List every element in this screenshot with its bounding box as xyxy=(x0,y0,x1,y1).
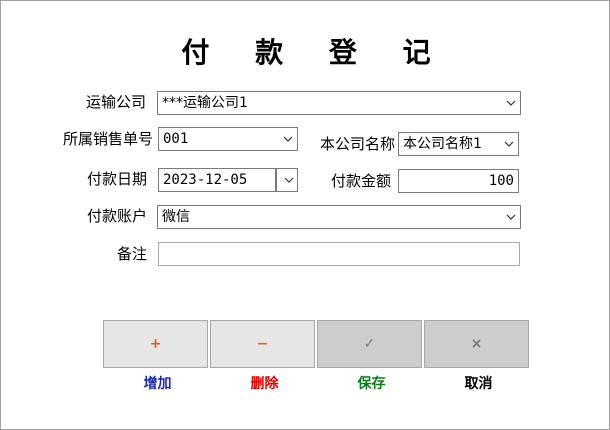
our-company-value: 本公司名称1 xyxy=(403,136,482,152)
page-title: 付 款 登 记 xyxy=(181,36,449,69)
chevron-down-icon[interactable] xyxy=(503,133,515,155)
company-value: ***运输公司1 xyxy=(162,95,248,111)
date-picker-button[interactable] xyxy=(276,168,298,192)
order-value: 001 xyxy=(163,131,189,147)
add-button[interactable]: + xyxy=(103,320,208,368)
remark-input[interactable] xyxy=(158,242,520,266)
order-select[interactable]: 001 xyxy=(158,127,298,151)
date-field[interactable]: 2023-12-05 xyxy=(158,168,276,192)
our-company-label: 本公司名称 xyxy=(319,135,395,153)
amount-label: 付款金额 xyxy=(330,172,391,190)
order-label: 所属销售单号 xyxy=(62,130,153,148)
add-button-label[interactable]: 增加 xyxy=(105,373,210,393)
date-label: 付款日期 xyxy=(86,170,147,188)
minus-icon: − xyxy=(256,336,269,352)
save-button-label[interactable]: 保存 xyxy=(319,373,424,393)
payment-form-window: 付 款 登 记 运输公司 ***运输公司1 所属销售单号 001 本公司名称 本… xyxy=(0,0,610,430)
chevron-down-icon[interactable] xyxy=(505,92,517,114)
account-label: 付款账户 xyxy=(86,207,147,225)
cancel-button-label[interactable]: 取消 xyxy=(426,373,531,393)
delete-button[interactable]: − xyxy=(210,320,315,368)
date-value: 2023-12-05 xyxy=(163,172,248,188)
chevron-down-icon[interactable] xyxy=(283,169,295,191)
chevron-down-icon[interactable] xyxy=(505,206,517,228)
amount-value: 100 xyxy=(488,173,514,189)
company-select[interactable]: ***运输公司1 xyxy=(157,91,521,115)
delete-button-label[interactable]: 删除 xyxy=(212,373,317,393)
amount-input[interactable]: 100 xyxy=(398,169,519,193)
our-company-select[interactable]: 本公司名称1 xyxy=(398,132,519,156)
save-button[interactable]: ✓ xyxy=(317,320,422,368)
account-select[interactable]: 微信 xyxy=(157,205,521,229)
remark-label: 备注 xyxy=(116,245,147,263)
company-label: 运输公司 xyxy=(85,93,146,111)
plus-icon: + xyxy=(149,336,162,352)
close-icon: × xyxy=(470,336,483,352)
cancel-button[interactable]: × xyxy=(424,320,529,368)
chevron-down-icon[interactable] xyxy=(282,128,294,150)
check-icon: ✓ xyxy=(363,336,376,352)
account-value: 微信 xyxy=(162,209,190,225)
